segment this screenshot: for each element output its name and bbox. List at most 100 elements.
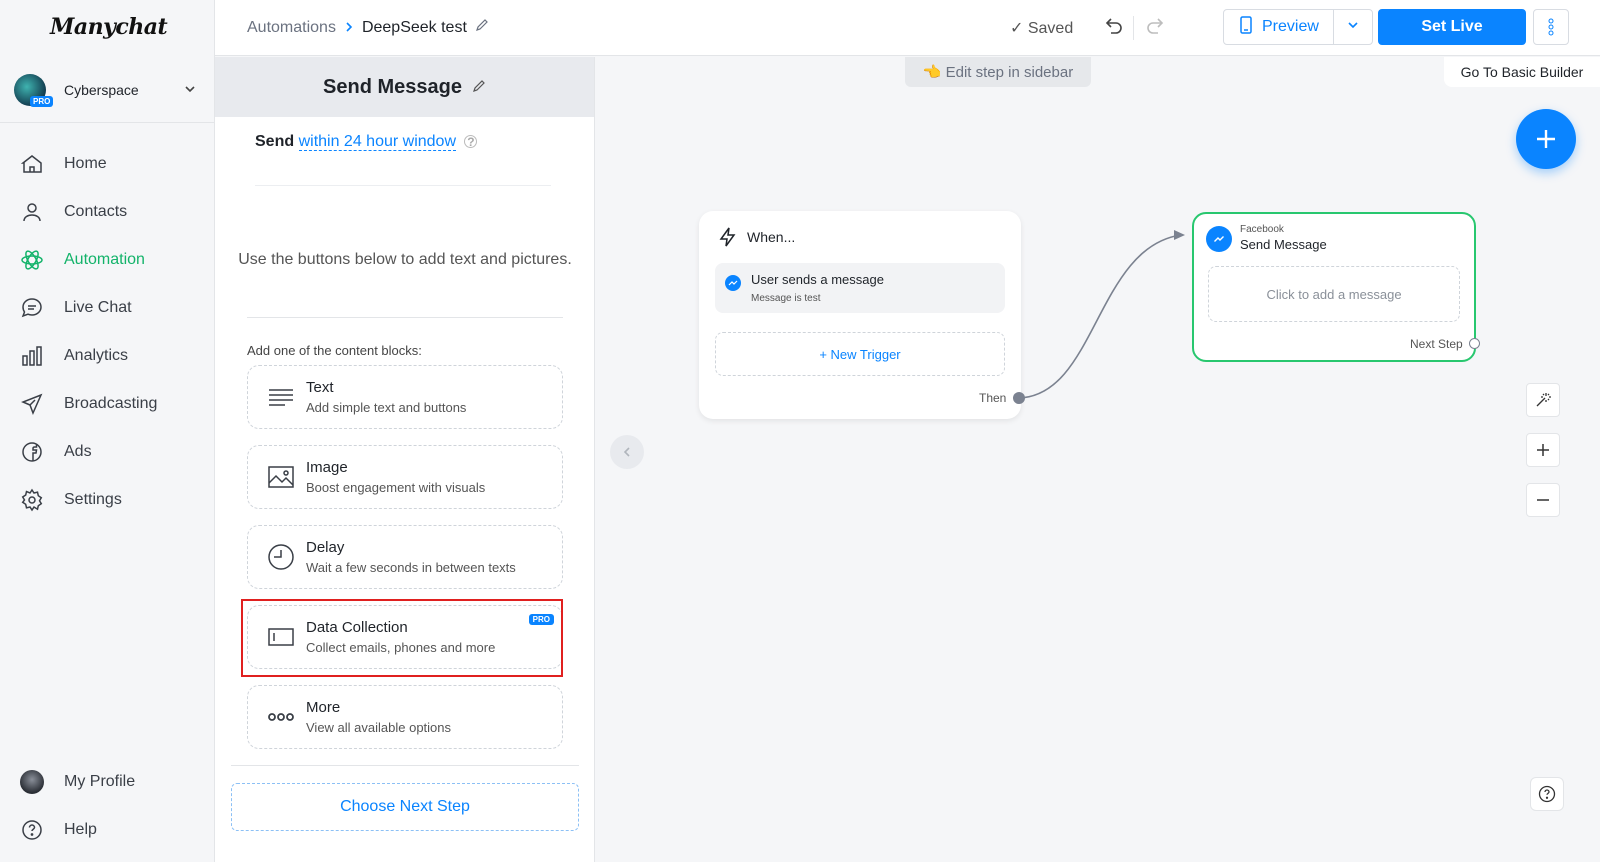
block-more[interactable]: More View all available options — [247, 685, 563, 749]
send-message-node[interactable]: Facebook Send Message Click to add a mes… — [1192, 212, 1480, 362]
node-channel: Facebook — [1240, 224, 1284, 235]
next-step-connector-handle[interactable] — [1469, 338, 1480, 349]
block-delay[interactable]: Delay Wait a few seconds in between text… — [247, 525, 563, 589]
clock-icon — [268, 544, 294, 570]
trigger-title: User sends a message — [751, 272, 884, 287]
preview-button[interactable]: Preview — [1224, 10, 1334, 44]
connector-line — [1017, 230, 1185, 399]
go-to-basic-builder-button[interactable]: Go To Basic Builder — [1444, 57, 1600, 87]
panel-title: Send Message — [323, 75, 462, 98]
nav-label-ads: Ads — [64, 443, 92, 460]
pencil-icon[interactable] — [472, 76, 486, 99]
top-bar: Automations DeepSeek test ✓ Saved Previe… — [215, 0, 1600, 56]
nav-item-automation[interactable]: Automation — [0, 236, 215, 284]
nav-item-home[interactable]: Home — [0, 140, 215, 188]
nav-item-contacts[interactable]: Contacts — [0, 188, 215, 236]
nav-label-home: Home — [64, 155, 107, 172]
magic-wand-icon — [1536, 393, 1551, 407]
nav-item-my-profile[interactable]: My Profile — [0, 758, 215, 806]
block-subtitle: Boost engagement with visuals — [306, 480, 486, 495]
manychat-logo[interactable]: Manychat — [50, 14, 168, 40]
block-more-content: More View all available options — [306, 699, 451, 735]
then-label: Then — [979, 391, 1007, 405]
minus-icon — [1537, 499, 1549, 501]
account-name: Cyberspace — [64, 82, 139, 98]
nav-label-contacts: Contacts — [64, 203, 128, 220]
breadcrumb: Automations DeepSeek test — [247, 18, 489, 37]
divider — [255, 185, 551, 186]
nav-label-help: Help — [64, 821, 97, 838]
nav-list: Home Contacts Automation Live Chat Analy… — [0, 140, 215, 524]
block-subtitle: View all available options — [306, 720, 452, 735]
set-live-button[interactable]: Set Live — [1378, 9, 1526, 45]
pencil-icon[interactable] — [475, 18, 489, 37]
left-nav: Manychat PRO Cyberspace Home Contacts Au… — [0, 0, 215, 862]
trigger-node[interactable]: When... User sends a message Message is … — [699, 211, 1025, 419]
zoom-in-button[interactable] — [1526, 433, 1560, 467]
block-subtitle: Wait a few seconds in between texts — [306, 560, 516, 575]
profile-avatar — [20, 770, 44, 794]
lightning-icon — [719, 227, 736, 247]
nav-label-my-profile: My Profile — [64, 773, 136, 790]
preview-button-group: Preview — [1223, 9, 1373, 45]
send-window-link[interactable]: within 24 hour window — [298, 133, 456, 151]
nav-item-live-chat[interactable]: Live Chat — [0, 284, 215, 332]
account-switcher[interactable]: PRO Cyberspace — [14, 72, 200, 108]
nav-label-settings: Settings — [64, 491, 122, 508]
content-blocks-label: Add one of the content blocks: — [247, 343, 422, 358]
nav-item-settings[interactable]: Settings — [0, 476, 215, 524]
block-subtitle: Add simple text and buttons — [306, 400, 467, 415]
then-connector-handle[interactable] — [1013, 392, 1025, 404]
trigger-node-title: When... — [747, 229, 796, 245]
nav-item-help[interactable]: Help — [0, 806, 215, 854]
flow-canvas[interactable]: 👈 Edit step in sidebar Go To Basic Build… — [596, 57, 1600, 862]
nav-item-ads[interactable]: Ads — [0, 428, 215, 476]
pro-badge: PRO — [30, 96, 54, 107]
block-title: Delay — [306, 539, 345, 556]
new-trigger-button[interactable]: + New Trigger — [715, 332, 1005, 376]
block-text[interactable]: Text Add simple text and buttons — [247, 365, 563, 429]
chevron-left-icon — [623, 447, 630, 457]
trigger-node-header: When... — [719, 227, 795, 247]
magic-wand-button[interactable] — [1526, 383, 1560, 417]
preview-dropdown[interactable] — [1334, 18, 1372, 36]
send-window-line: Send within 24 hour window ? — [255, 133, 478, 151]
messenger-icon — [725, 275, 741, 291]
add-step-button[interactable] — [1516, 109, 1576, 169]
chevron-down-icon[interactable] — [184, 83, 196, 98]
undo-icon[interactable] — [1102, 15, 1126, 39]
nav-label-live-chat: Live Chat — [64, 299, 132, 316]
send-prefix: Send — [255, 133, 295, 150]
nav-item-analytics[interactable]: Analytics — [0, 332, 215, 380]
gear-icon — [21, 488, 43, 512]
add-message-placeholder[interactable]: Click to add a message — [1208, 266, 1460, 322]
home-icon — [20, 155, 42, 173]
highlight-box — [241, 599, 563, 677]
ads-icon — [22, 442, 42, 462]
save-status-label: Saved — [1027, 20, 1074, 37]
zoom-out-button[interactable] — [1526, 483, 1560, 517]
account-avatar: PRO — [14, 74, 54, 107]
send-message-panel: Send Message Send within 24 hour window … — [215, 57, 595, 862]
chevron-down-icon — [1348, 22, 1358, 29]
redo-icon[interactable] — [1145, 15, 1169, 39]
more-options-button[interactable] — [1533, 9, 1569, 45]
choose-next-step-button[interactable]: Choose Next Step — [231, 783, 579, 831]
nav-divider — [0, 122, 215, 123]
help-icon[interactable]: ? — [464, 135, 478, 148]
check-icon: ✓ — [1010, 20, 1028, 37]
canvas-help-button[interactable] — [1530, 777, 1564, 811]
collapse-panel-button[interactable] — [610, 435, 644, 469]
block-image[interactable]: Image Boost engagement with visuals — [247, 445, 563, 509]
next-step-label: Next Step — [1410, 337, 1463, 351]
more-dots-icon — [268, 713, 294, 721]
nav-item-broadcasting[interactable]: Broadcasting — [0, 380, 215, 428]
toolbar-divider — [1133, 16, 1134, 40]
plus-icon — [1537, 130, 1555, 148]
nav-bottom: My Profile Help — [0, 758, 215, 854]
trigger-item[interactable]: User sends a message Message is test — [715, 263, 1005, 313]
nav-label-analytics: Analytics — [64, 347, 129, 364]
flow-name: DeepSeek test — [361, 18, 467, 36]
breadcrumb-automations[interactable]: Automations — [247, 19, 336, 37]
image-icon — [268, 466, 294, 488]
